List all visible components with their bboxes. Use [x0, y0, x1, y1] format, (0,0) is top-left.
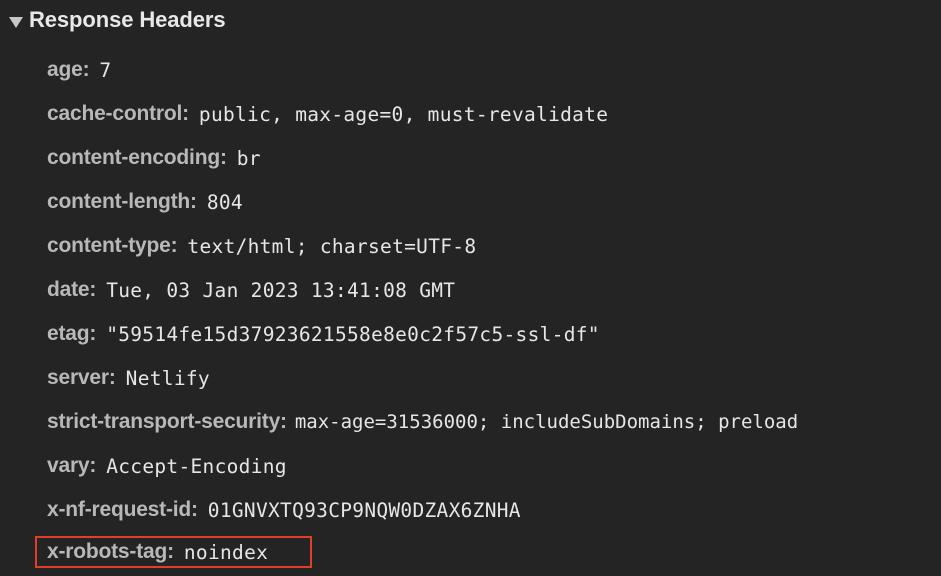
header-value: "59514fe15d37923621558e8e0c2f57c5-ssl-df… [106, 322, 600, 346]
header-value: 7 [99, 58, 112, 82]
header-value: Tue, 03 Jan 2023 13:41:08 GMT [106, 278, 456, 302]
header-row-content-length: content-length: 804 [47, 180, 243, 224]
header-row-x-robots-tag: x-robots-tag: noindex [47, 530, 268, 574]
header-name: age: [47, 58, 90, 81]
header-value: br [236, 146, 261, 170]
header-value: Netlify [125, 366, 210, 390]
header-row-content-encoding: content-encoding: br [47, 136, 261, 180]
header-row-age: age: 7 [47, 48, 111, 92]
header-value: noindex [183, 540, 269, 564]
section-title: Response Headers [29, 7, 226, 32]
header-name: etag: [47, 322, 97, 345]
header-name: date: [47, 278, 97, 301]
header-row-cache-control: cache-control: public, max-age=0, must-r… [47, 92, 608, 136]
header-row-etag: etag: "59514fe15d37923621558e8e0c2f57c5-… [47, 312, 600, 356]
header-row-x-nf-request-id: x-nf-request-id: 01GNVXTQ93CP9NQW0DZAX6Z… [47, 488, 521, 532]
header-name: x-robots-tag: [47, 540, 174, 563]
header-row-date: date: Tue, 03 Jan 2023 13:41:08 GMT [47, 268, 455, 312]
header-value: text/html; charset=UTF-8 [187, 234, 477, 258]
header-row-vary: vary: Accept-Encoding [47, 444, 287, 488]
header-row-content-type: content-type: text/html; charset=UTF-8 [47, 224, 476, 268]
header-value: 01GNVXTQ93CP9NQW0DZAX6ZNHA [207, 498, 521, 522]
header-name: content-length: [47, 190, 197, 213]
header-row-server: server: Netlify [47, 356, 210, 400]
header-name: content-type: [47, 234, 178, 257]
header-value: 804 [206, 190, 243, 214]
header-value: Accept-Encoding [106, 454, 287, 478]
header-name: cache-control: [47, 102, 189, 125]
header-value: public, max-age=0, must-revalidate [198, 102, 609, 126]
response-headers-panel: Response Headers age: 7 cache-control: p… [0, 0, 941, 576]
header-name: content-encoding: [47, 146, 227, 169]
header-name: server: [47, 366, 116, 389]
header-name: x-nf-request-id: [47, 498, 198, 521]
header-name: strict-transport-security: [47, 410, 287, 433]
header-name: vary: [47, 454, 97, 477]
header-row-strict-transport-security: strict-transport-security: max-age=31536… [47, 400, 798, 444]
header-value: max-age=31536000; includeSubDomains; pre… [294, 411, 799, 433]
triangle-down-icon[interactable] [9, 17, 23, 28]
